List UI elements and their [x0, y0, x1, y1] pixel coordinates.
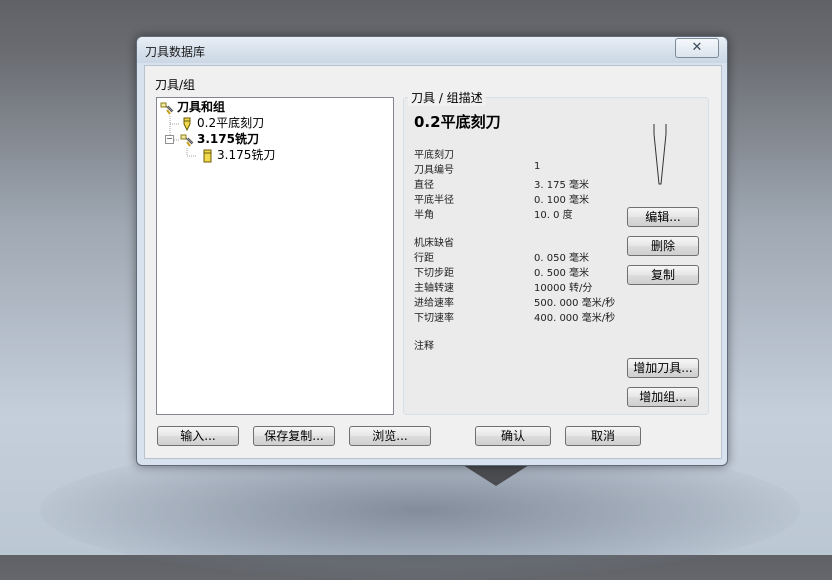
engraving-tool-icon [180, 117, 194, 131]
window-title: 刀具数据库 [145, 45, 206, 59]
tree-node-label: 0.2平底刻刀 [197, 116, 265, 130]
add-tool-button[interactable]: 增加刀具... [627, 358, 699, 378]
tree-node-tool[interactable]: 3.175铣刀 [200, 147, 275, 163]
tool-name: 0.2平底刻刀 [414, 113, 501, 131]
collapse-toggle[interactable]: − [165, 135, 174, 144]
tool-database-dialog: 刀具数据库 ✕ 刀具/组 − 刀具和组 0.2平底刻刀 3.175铣刀 3.17… [136, 36, 728, 466]
tool-group-icon [180, 133, 194, 147]
browse-button[interactable]: 浏览... [349, 426, 431, 446]
end-mill-icon [200, 149, 214, 163]
title-bar[interactable]: 刀具数据库 ✕ [137, 37, 727, 63]
tree-node-root[interactable]: 刀具和组 [160, 99, 225, 115]
description-group: 刀具 / 组描述 0.2平底刻刀 平底刻刀 刀具编号 1 直径 3. 175 毫米 … [403, 89, 709, 415]
add-group-button[interactable]: 增加组... [627, 387, 699, 407]
tree-node-tool[interactable]: 0.2平底刻刀 [180, 115, 264, 131]
delete-button[interactable]: 删除 [627, 236, 699, 256]
tree-node-label: 3.175铣刀 [197, 132, 259, 146]
cancel-button[interactable]: 取消 [565, 426, 641, 446]
tree-label: 刀具/组 [155, 78, 196, 92]
tree-node-label: 刀具和组 [177, 100, 226, 114]
tree-node-label: 3.175铣刀 [217, 148, 276, 162]
close-button[interactable]: ✕ [675, 38, 719, 58]
description-legend: 刀具 / 组描述 [408, 89, 486, 106]
ok-button[interactable]: 确认 [475, 426, 551, 446]
tool-shape-preview [653, 124, 667, 185]
import-button[interactable]: 输入... [157, 426, 239, 446]
edit-button[interactable]: 编辑... [627, 207, 699, 227]
copy-button[interactable]: 复制 [627, 265, 699, 285]
dialog-client-area: 刀具/组 − 刀具和组 0.2平底刻刀 3.175铣刀 3.175铣刀 刀具 /… [144, 65, 722, 459]
tool-group-icon [160, 101, 174, 115]
tool-tree[interactable]: − 刀具和组 0.2平底刻刀 3.175铣刀 3.175铣刀 [156, 97, 394, 415]
save-copy-button[interactable]: 保存复制... [253, 426, 335, 446]
tree-node-group[interactable]: 3.175铣刀 [180, 131, 259, 147]
